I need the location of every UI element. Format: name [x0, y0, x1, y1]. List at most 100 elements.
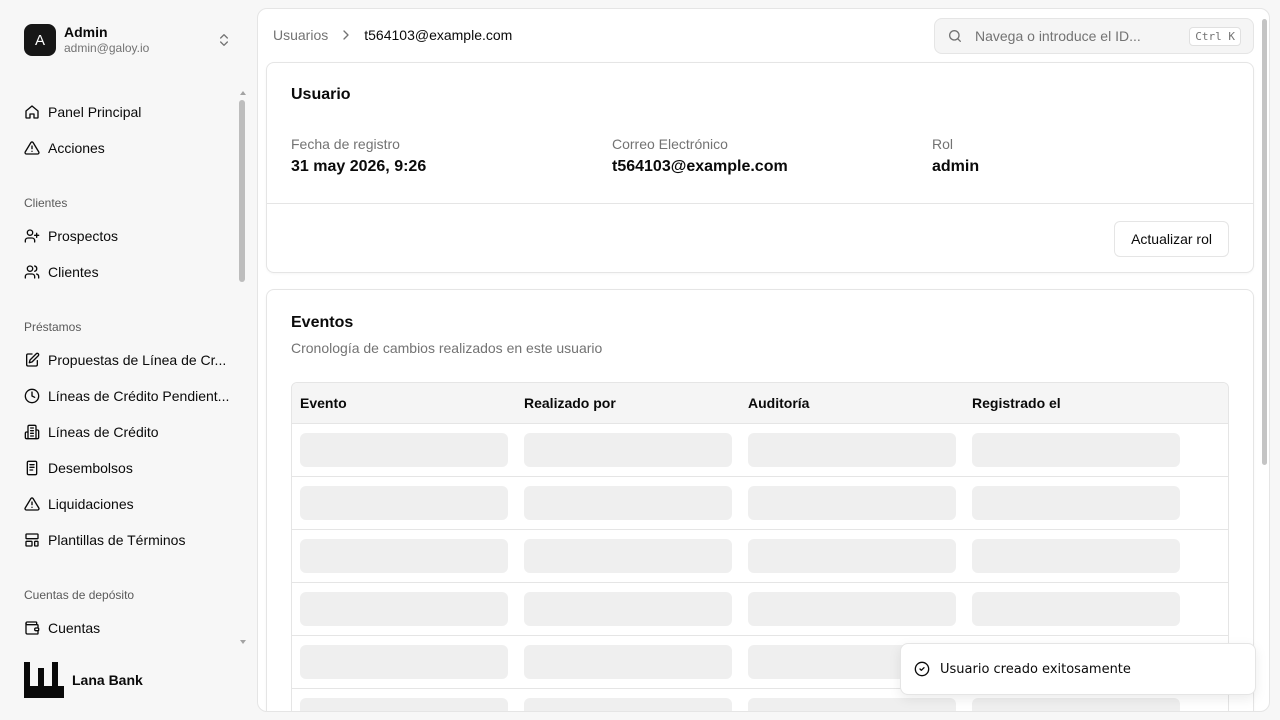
- search-box[interactable]: Ctrl K: [934, 18, 1254, 54]
- sidebar-nav: Panel Principal Acciones Clientes Prospe…: [0, 90, 248, 650]
- sidebar-item-label: Líneas de Crédito Pendient...: [48, 388, 230, 404]
- field-value: 31 may 2026, 9:26: [291, 158, 427, 175]
- sidebar-item-cuentas[interactable]: Cuentas: [16, 612, 232, 644]
- sidebar-item-lineas-pendientes[interactable]: Líneas de Crédito Pendient...: [16, 380, 232, 412]
- app-root: A Admin admin@galoy.io Panel Principal A…: [0, 0, 1280, 720]
- skeleton-cell: [524, 486, 732, 520]
- chevrons-up-down-icon: [220, 34, 228, 46]
- card-title: Usuario: [291, 86, 351, 103]
- chevron-right-icon: [343, 30, 349, 40]
- user-details-card: Usuario Fecha de registro 31 may 2026, 9…: [266, 62, 1254, 273]
- file-edit-icon: [26, 352, 40, 367]
- main-scrollbar[interactable]: [1260, 9, 1269, 711]
- layout-template-icon: [25, 533, 39, 547]
- search-shortcut-hint: Ctrl K: [1189, 26, 1241, 46]
- sidebar-item-propuestas[interactable]: Propuestas de Línea de Cr...: [16, 344, 232, 376]
- sidebar-item-clientes[interactable]: Clientes: [16, 256, 232, 288]
- breadcrumb-current: t564103@example.com: [364, 27, 513, 43]
- skeleton-cell: [972, 539, 1180, 573]
- field-label: Fecha de registro: [291, 136, 400, 152]
- scroll-up-arrow-icon[interactable]: [239, 90, 247, 96]
- sidebar-item-label: Cuentas: [48, 620, 101, 636]
- sidebar: A Admin admin@galoy.io Panel Principal A…: [0, 0, 256, 720]
- table-row: [292, 424, 1228, 477]
- skeleton-cell: [748, 539, 956, 573]
- skeleton-cell: [972, 592, 1180, 626]
- skeleton-cell: [524, 698, 732, 711]
- sidebar-item-lineas-credito[interactable]: Líneas de Crédito: [16, 416, 232, 448]
- alert-triangle-icon: [24, 497, 40, 511]
- skeleton-cell: [972, 698, 1180, 711]
- sidebar-item-label: Líneas de Crédito: [48, 424, 159, 440]
- table-row: [292, 477, 1228, 530]
- breadcrumb-usuarios-link[interactable]: Usuarios: [273, 27, 328, 43]
- nav-group-label: Clientes: [24, 196, 68, 210]
- column-header-realizado-por: Realizado por: [524, 395, 616, 411]
- wallet-icon: [25, 621, 40, 635]
- search-input[interactable]: [975, 28, 1175, 44]
- card-title: Eventos: [291, 314, 354, 331]
- sidebar-item-plantillas[interactable]: Plantillas de Términos: [16, 524, 232, 556]
- column-header-registrado-el: Registrado el: [972, 395, 1061, 411]
- sidebar-item-prospectos[interactable]: Prospectos: [16, 220, 232, 252]
- skeleton-cell: [748, 486, 956, 520]
- search-icon: [949, 30, 961, 42]
- receipt-icon: [26, 460, 38, 476]
- sidebar-item-label: Liquidaciones: [48, 496, 134, 512]
- home-icon: [25, 105, 39, 119]
- main-scrollbar-thumb[interactable]: [1262, 19, 1267, 465]
- field-registration-date: Fecha de registro 31 may 2026, 9:26: [291, 136, 426, 176]
- user-email: admin@galoy.io: [64, 41, 150, 55]
- skeleton-cell: [300, 645, 508, 679]
- skeleton-cell: [748, 698, 956, 711]
- breadcrumb: Usuarios t564103@example.com: [273, 27, 512, 43]
- users-icon: [24, 265, 40, 279]
- user-info: Admin admin@galoy.io: [64, 24, 216, 56]
- sidebar-item-label: Propuestas de Línea de Cr...: [48, 352, 227, 368]
- nav-group-label: Cuentas de depósito: [24, 588, 135, 602]
- scroll-down-arrow-icon[interactable]: [239, 639, 247, 645]
- field-label: Correo Electrónico: [612, 136, 728, 152]
- sidebar-item-label: Plantillas de Términos: [48, 532, 186, 548]
- brand[interactable]: Lana Bank: [24, 662, 143, 698]
- topbar: Usuarios t564103@example.com Ctrl K: [258, 9, 1269, 63]
- skeleton-cell: [300, 539, 508, 573]
- lana-bank-logo-icon: [24, 662, 64, 698]
- skeleton-cell: [972, 433, 1180, 467]
- sidebar-item-desembolsos[interactable]: Desembolsos: [16, 452, 232, 484]
- circle-check-icon: [914, 661, 930, 677]
- field-email: Correo Electrónico t564103@example.com: [612, 136, 788, 176]
- sidebar-item-panel-principal[interactable]: Panel Principal: [16, 96, 232, 128]
- table-row: [292, 530, 1228, 583]
- clock-icon: [24, 388, 40, 404]
- sidebar-item-label: Prospectos: [48, 228, 119, 244]
- skeleton-cell: [524, 645, 732, 679]
- skeleton-cell: [300, 592, 508, 626]
- skeleton-cell: [972, 486, 1180, 520]
- sidebar-item-label: Acciones: [48, 140, 105, 156]
- field-value: admin: [932, 158, 980, 175]
- user-switcher[interactable]: A Admin admin@galoy.io: [16, 16, 240, 64]
- skeleton-cell: [300, 486, 508, 520]
- field-label: Rol: [932, 136, 954, 152]
- sidebar-item-label: Desembolsos: [48, 460, 133, 476]
- main-content: Usuarios t564103@example.com Ctrl K Usua…: [257, 8, 1270, 712]
- card-description: Cronología de cambios realizados en este…: [291, 340, 603, 356]
- sidebar-item-acciones[interactable]: Acciones: [16, 132, 232, 164]
- column-header-evento: Evento: [300, 395, 347, 411]
- table-row: [292, 583, 1228, 636]
- update-role-button[interactable]: Actualizar rol: [1114, 221, 1229, 257]
- toast-notification: Usuario creado exitosamente: [900, 643, 1256, 695]
- skeleton-cell: [300, 433, 508, 467]
- brand-name: Lana Bank: [72, 672, 143, 688]
- column-header-auditoria: Auditoría: [748, 395, 810, 411]
- field-role: Rol admin: [932, 136, 979, 176]
- table-header: Evento Realizado por Auditoría Registrad…: [292, 383, 1228, 424]
- field-value: t564103@example.com: [612, 158, 788, 175]
- alert-triangle-icon: [24, 141, 40, 155]
- user-plus-icon: [24, 229, 40, 243]
- sidebar-item-liquidaciones[interactable]: Liquidaciones: [16, 488, 232, 520]
- building-icon: [24, 424, 40, 440]
- nav-group-label: Préstamos: [24, 320, 82, 334]
- sidebar-scrollbar-thumb[interactable]: [239, 100, 245, 282]
